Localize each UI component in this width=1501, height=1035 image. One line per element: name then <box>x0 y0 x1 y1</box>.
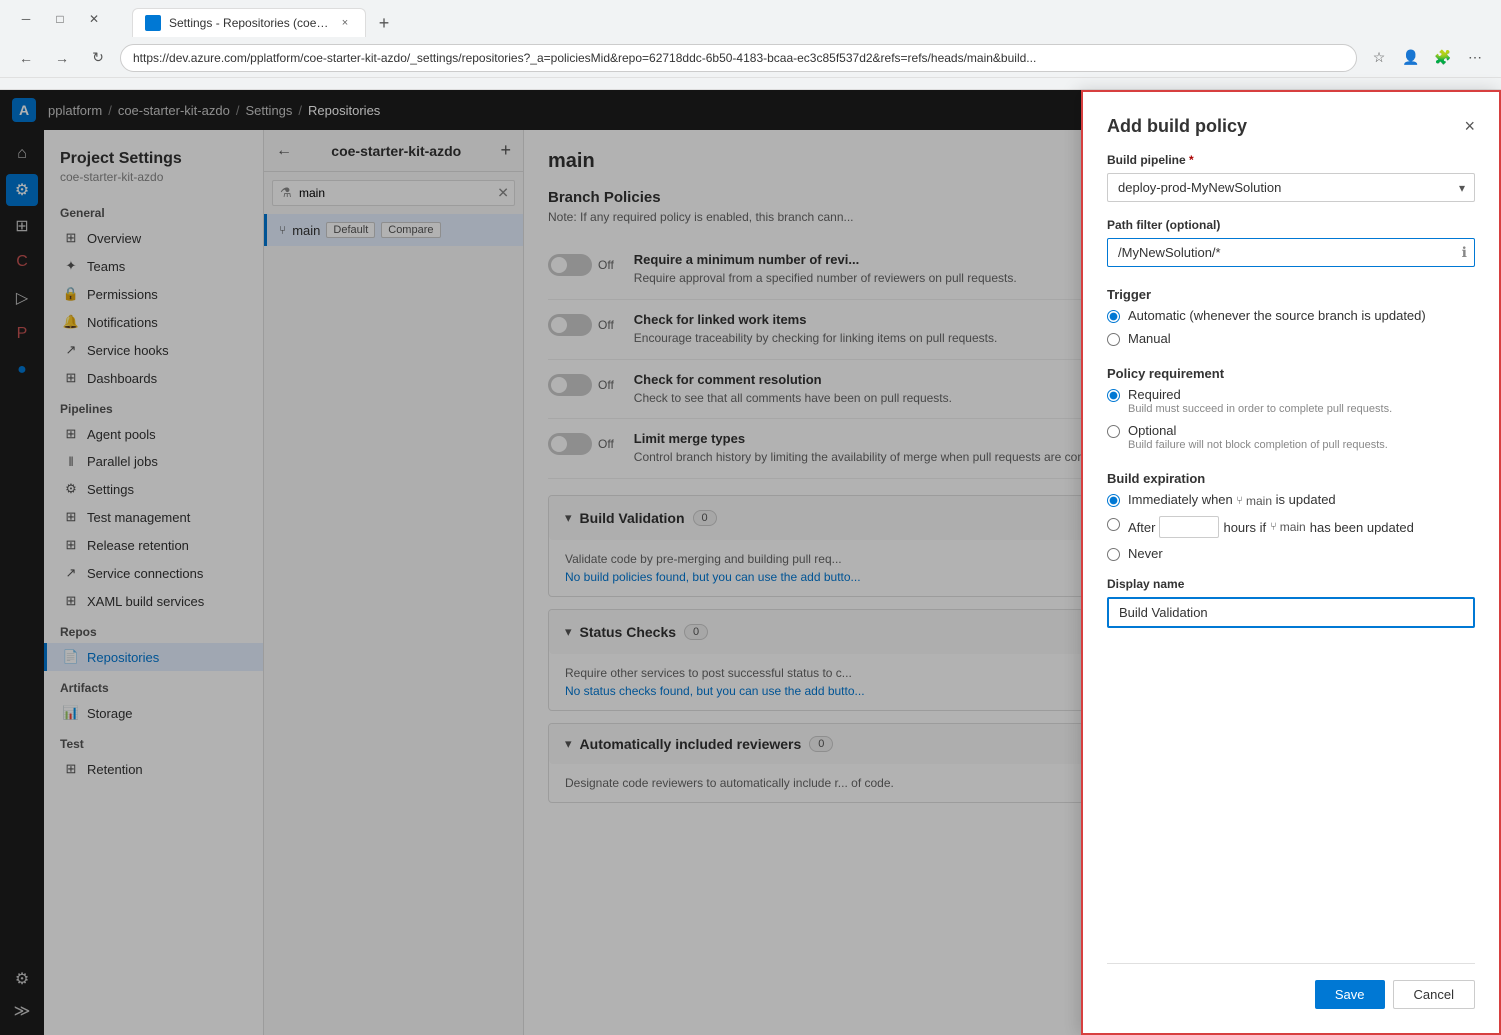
build-pipeline-select-wrap: deploy-prod-MyNewSolution <box>1107 173 1475 202</box>
minimize-button[interactable]: ─ <box>12 5 40 33</box>
policy-requirement-title: Policy requirement <box>1107 366 1475 381</box>
browser-titlebar: ─ □ ✕ Settings - Repositories (coe-start… <box>0 0 1501 38</box>
build-pipeline-label: Build pipeline * <box>1107 153 1475 167</box>
save-button[interactable]: Save <box>1315 980 1385 1009</box>
display-name-group: Display name <box>1107 577 1475 628</box>
trigger-manual-label: Manual <box>1128 331 1171 346</box>
policy-requirement-radio-group: Required Build must succeed in order to … <box>1107 387 1475 451</box>
branch-ref-immediately: ⑂ main <box>1236 494 1272 508</box>
policy-requirement-group: Policy requirement Required Build must s… <box>1107 362 1475 451</box>
expiration-never-item: Never <box>1107 546 1475 561</box>
expiration-after-label: After hours if ⑂ main has been updated <box>1128 516 1414 538</box>
maximize-button[interactable]: □ <box>46 5 74 33</box>
new-tab-button[interactable]: + <box>370 9 398 37</box>
policy-required-text: Required Build must succeed in order to … <box>1128 387 1392 415</box>
policy-required-radio[interactable] <box>1107 389 1120 402</box>
favorites-button[interactable]: ☆ <box>1365 44 1393 72</box>
display-name-label: Display name <box>1107 577 1475 591</box>
path-filter-input-wrap: ℹ <box>1107 238 1475 267</box>
tab-close-button[interactable]: × <box>337 15 353 31</box>
expiration-hours-input[interactable] <box>1159 516 1219 538</box>
tab-bar: Settings - Repositories (coe-start... × … <box>120 1 410 37</box>
policy-optional-sub: Build failure will not block completion … <box>1128 439 1388 451</box>
trigger-automatic-item: Automatic (whenever the source branch is… <box>1107 308 1475 323</box>
address-bar[interactable] <box>120 44 1357 72</box>
trigger-section-title: Trigger <box>1107 287 1475 302</box>
address-bar-row: ← → ↻ ☆ 👤 🧩 ⋯ <box>0 38 1501 78</box>
policy-required-item: Required Build must succeed in order to … <box>1107 387 1475 415</box>
trigger-manual-item: Manual <box>1107 331 1475 346</box>
back-button[interactable]: ← <box>12 44 40 72</box>
tab-title: Settings - Repositories (coe-start... <box>169 16 329 30</box>
build-pipeline-select[interactable]: deploy-prod-MyNewSolution <box>1107 173 1475 202</box>
expiration-immediately-radio[interactable] <box>1107 494 1120 507</box>
build-expiration-radio-group: Immediately when ⑂ main is updated After… <box>1107 492 1475 561</box>
policy-optional-item: Optional Build failure will not block co… <box>1107 423 1475 451</box>
trigger-group: Trigger Automatic (whenever the source b… <box>1107 283 1475 346</box>
forward-button[interactable]: → <box>48 44 76 72</box>
policy-optional-text: Optional Build failure will not block co… <box>1128 423 1388 451</box>
modal-title: Add build policy <box>1107 116 1247 137</box>
cancel-button[interactable]: Cancel <box>1393 980 1475 1009</box>
close-window-button[interactable]: ✕ <box>80 5 108 33</box>
build-expiration-title: Build expiration <box>1107 471 1475 486</box>
branch-ref-after: ⑂ main <box>1270 520 1306 534</box>
expiration-never-radio[interactable] <box>1107 548 1120 561</box>
add-build-policy-modal: Add build policy × Build pipeline * depl… <box>1081 90 1501 1035</box>
modal-header: Add build policy × <box>1107 116 1475 137</box>
tab-favicon <box>145 15 161 31</box>
policy-required-sub: Build must succeed in order to complete … <box>1128 403 1392 415</box>
browser-chrome: ─ □ ✕ Settings - Repositories (coe-start… <box>0 0 1501 90</box>
trigger-manual-radio[interactable] <box>1107 333 1120 346</box>
modal-close-button[interactable]: × <box>1464 116 1475 137</box>
browser-actions: ☆ 👤 🧩 ⋯ <box>1365 44 1489 72</box>
expiration-never-label: Never <box>1128 546 1163 561</box>
user-profile-button[interactable]: 👤 <box>1397 44 1425 72</box>
expiration-after-radio[interactable] <box>1107 518 1120 531</box>
settings-menu-button[interactable]: ⋯ <box>1461 44 1489 72</box>
modal-footer: Save Cancel <box>1107 963 1475 1009</box>
path-filter-info-icon[interactable]: ℹ <box>1462 244 1467 261</box>
policy-optional-radio[interactable] <box>1107 425 1120 438</box>
policy-optional-label: Optional <box>1128 423 1176 438</box>
trigger-radio-group: Automatic (whenever the source branch is… <box>1107 308 1475 346</box>
refresh-button[interactable]: ↻ <box>84 44 112 72</box>
branch-ref-icon-after: ⑂ <box>1270 521 1277 533</box>
build-pipeline-group: Build pipeline * deploy-prod-MyNewSoluti… <box>1107 153 1475 202</box>
path-filter-input[interactable] <box>1107 238 1475 267</box>
display-name-input[interactable] <box>1107 597 1475 628</box>
browser-controls: ─ □ ✕ <box>12 5 108 33</box>
expiration-immediately-label: Immediately when ⑂ main is updated <box>1128 492 1336 508</box>
build-expiration-group: Build expiration Immediately when ⑂ main… <box>1107 467 1475 561</box>
branch-ref-icon-immediately: ⑂ <box>1236 495 1243 507</box>
expiration-after-item: After hours if ⑂ main has been updated <box>1107 516 1475 538</box>
active-tab[interactable]: Settings - Repositories (coe-start... × <box>132 8 366 37</box>
required-indicator: * <box>1189 153 1194 167</box>
expiration-immediately-item: Immediately when ⑂ main is updated <box>1107 492 1475 508</box>
trigger-automatic-label: Automatic (whenever the source branch is… <box>1128 308 1426 323</box>
policy-required-label: Required <box>1128 387 1181 402</box>
extensions-button[interactable]: 🧩 <box>1429 44 1457 72</box>
path-filter-label: Path filter (optional) <box>1107 218 1475 232</box>
path-filter-group: Path filter (optional) ℹ <box>1107 218 1475 267</box>
trigger-automatic-radio[interactable] <box>1107 310 1120 323</box>
